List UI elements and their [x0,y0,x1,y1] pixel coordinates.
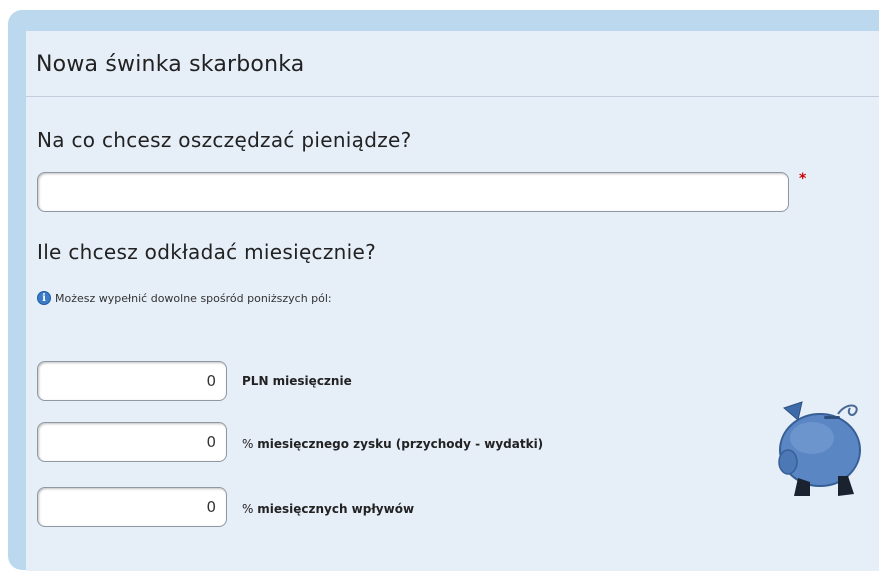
pln-monthly-input[interactable] [37,361,227,401]
info-text: Możesz wypełnić dowolne spośród poniższy… [55,291,332,305]
page-title: Nowa świnka skarbonka [36,52,305,77]
monthly-question: Ile chcesz odkładać miesięcznie? [37,240,376,264]
piggy-bank-icon [778,401,861,496]
pln-monthly-label: PLN miesięcznie [242,374,352,388]
required-marker: * [799,171,807,187]
goal-question: Na co chcesz oszczędzać pieniądze? [37,128,412,152]
goal-name-input[interactable] [37,172,789,212]
income-percent-label: % miesięcznych wpływów [242,502,415,516]
income-percent-input[interactable] [37,487,227,527]
profit-percent-label: % miesięcznego zysku (przychody - wydatk… [242,437,544,451]
divider [26,96,879,97]
profit-percent-input[interactable] [37,422,227,462]
info-hint: i Możesz wypełnić dowolne spośród poniżs… [37,290,332,306]
info-icon: i [37,291,51,305]
